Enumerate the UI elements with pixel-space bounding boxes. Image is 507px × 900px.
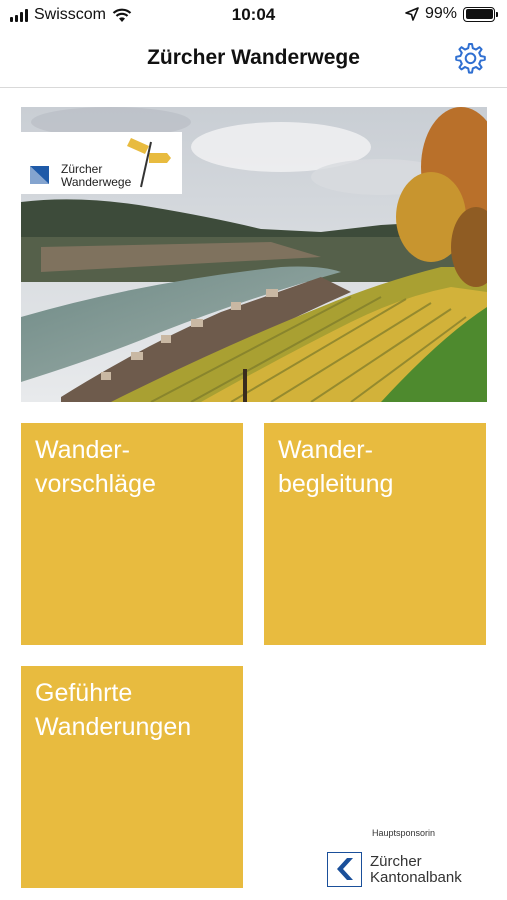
sponsor-zkb[interactable]: Zürcher Kantonalbank — [327, 852, 462, 887]
battery-icon — [463, 6, 498, 22]
tile-label-line-1: Wander- — [35, 436, 130, 464]
sponsor-name-line-1: Zürcher — [370, 852, 422, 870]
tile-wanderbegleitung[interactable]: Wander- begleitung — [264, 423, 486, 645]
sponsor-name: Zürcher Kantonalbank — [370, 852, 462, 886]
tile-label-line-1: Wander- — [278, 436, 373, 464]
gear-icon — [455, 43, 486, 74]
tile-label-line-2: vorschläge — [35, 470, 156, 498]
zkb-logo-icon — [327, 852, 362, 887]
logo-wordmark: Zürcher Wanderwege — [61, 163, 131, 189]
page-title: Zürcher Wanderwege — [147, 46, 360, 69]
location-arrow-icon — [405, 7, 419, 21]
navigation-bar: Zürcher Wanderwege — [0, 32, 507, 88]
tile-gefuehrte-wanderungen[interactable]: Geführte Wanderungen — [21, 666, 243, 888]
tile-wandervorschlaege[interactable]: Wander- vorschläge — [21, 423, 243, 645]
status-right: 99% — [405, 5, 498, 23]
tile-label-line-1: Geführte — [35, 679, 133, 707]
logo-line-1: Zürcher — [61, 162, 103, 176]
logo-line-2: Wanderwege — [61, 175, 132, 189]
tile-label-line-2: begleitung — [278, 470, 394, 498]
wanderwege-logo: Zürcher Wanderwege — [21, 132, 182, 194]
sponsor-label: Hauptsponsorin — [372, 828, 436, 838]
settings-button[interactable] — [451, 41, 487, 77]
sponsor-name-line-2: Kantonalbank — [370, 868, 462, 886]
battery-percent: 99% — [424, 5, 457, 22]
hero-image: Zürcher Wanderwege — [21, 107, 487, 402]
tile-label-line-2: Wanderungen — [35, 713, 192, 741]
status-bar: Swisscom 10:04 99% — [0, 0, 507, 30]
